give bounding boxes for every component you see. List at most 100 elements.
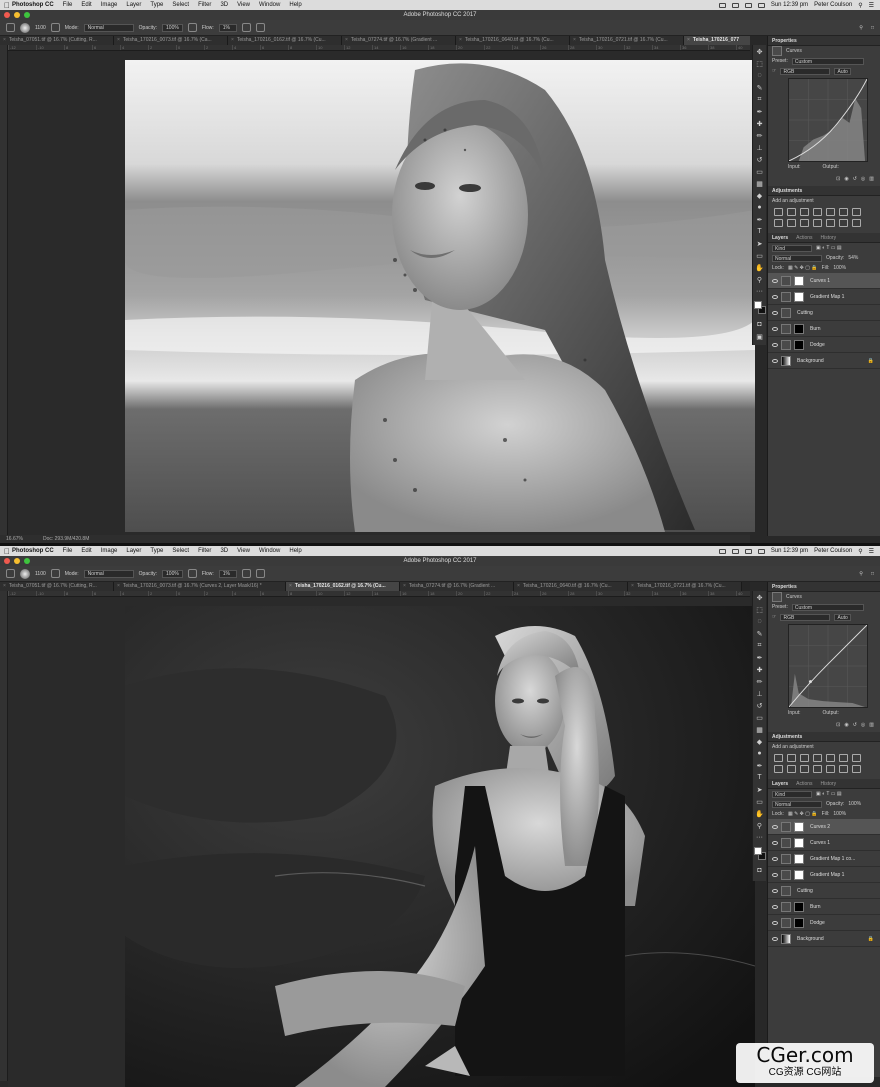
doc-tab[interactable]: × Teisha_170216_0073.tif @ 16.7% (Curves … xyxy=(114,582,286,591)
more-tools-icon[interactable]: ··· xyxy=(754,832,766,843)
flow-field[interactable]: 1% xyxy=(218,569,237,578)
exposure-icon[interactable] xyxy=(813,754,822,762)
trash-icon[interactable]: ▥ xyxy=(869,176,874,182)
layer-row[interactable]: Background 🔒 xyxy=(768,353,880,369)
close-window-button[interactable] xyxy=(4,558,10,564)
brush-tool-icon[interactable] xyxy=(6,23,15,32)
auto-button[interactable]: Auto xyxy=(834,67,851,75)
visibility-icon[interactable]: ◎ xyxy=(861,722,865,728)
layer-row[interactable]: Background 🔒 xyxy=(768,931,880,947)
bw-icon[interactable] xyxy=(774,219,783,227)
brightness-icon[interactable] xyxy=(774,208,783,216)
opacity-field[interactable]: 100% xyxy=(162,569,183,578)
view-previous-icon[interactable]: ◉ xyxy=(844,176,848,182)
eye-icon[interactable] xyxy=(772,358,778,363)
camera-icon[interactable] xyxy=(718,2,726,8)
lasso-tool-icon[interactable]: ◌ xyxy=(754,70,766,81)
layer-row[interactable]: Burn xyxy=(768,899,880,915)
lookup-icon[interactable] xyxy=(813,765,822,773)
menu-layer[interactable]: Layer xyxy=(126,548,141,554)
eye-icon[interactable] xyxy=(772,904,778,909)
brush-preset-picker[interactable] xyxy=(20,22,30,33)
menubar-user[interactable]: Peter Coulson xyxy=(814,2,852,8)
clone-stamp-tool-icon[interactable]: ⊥ xyxy=(754,142,766,153)
flow-field[interactable]: 1% xyxy=(218,23,237,32)
menu-image[interactable]: Image xyxy=(101,548,118,554)
levels-icon[interactable] xyxy=(787,208,796,216)
doc-tab[interactable]: × Teisha_170216_0640.tif @ 16.7% (Cu... xyxy=(514,582,628,591)
document-image[interactable] xyxy=(125,60,755,532)
doc-tab[interactable]: × Teisha_170216_0721.tif @ 16.7% (Cu... xyxy=(570,36,684,45)
quick-select-tool-icon[interactable]: ✎ xyxy=(754,628,766,639)
eye-icon[interactable] xyxy=(772,872,778,877)
doc-tab[interactable]: × Teisha_07051.tif @ 16.7% (Cutting, R... xyxy=(0,36,114,45)
doc-tab[interactable]: × Teisha_07051.tif @ 16.7% (Cutting, R... xyxy=(0,582,114,591)
blend-mode-select[interactable]: Normal xyxy=(772,800,822,808)
curves-adj-icon[interactable] xyxy=(800,208,809,216)
opacity-field[interactable]: 100% xyxy=(162,23,183,32)
shape-tool-icon[interactable]: ▭ xyxy=(754,796,766,807)
visibility-icon[interactable]: ◎ xyxy=(861,176,865,182)
eye-icon[interactable] xyxy=(772,888,778,893)
layer-row[interactable]: Burn xyxy=(768,321,880,337)
layer-row[interactable]: Cutting xyxy=(768,305,880,321)
tab-history[interactable]: History xyxy=(821,233,837,242)
layer-row[interactable]: Gradient Map 1 co... xyxy=(768,851,880,867)
shape-tool-icon[interactable]: ▭ xyxy=(754,250,766,261)
mask-thumb[interactable] xyxy=(794,323,804,334)
hue-icon[interactable] xyxy=(839,754,848,762)
apple-icon[interactable]:  xyxy=(4,547,12,556)
properties-panel-title[interactable]: Properties xyxy=(768,36,880,46)
document-image[interactable] xyxy=(125,606,755,1087)
search-tool-icon[interactable]: ⚲ xyxy=(859,25,863,31)
mode-select[interactable]: Normal xyxy=(83,569,134,578)
battery-icon[interactable] xyxy=(757,2,765,8)
search-tool-icon[interactable]: ⚲ xyxy=(859,571,863,577)
zoom-window-button[interactable] xyxy=(24,558,30,564)
menubar-user[interactable]: Peter Coulson xyxy=(814,548,852,554)
menu-edit[interactable]: Edit xyxy=(81,2,91,8)
layer-row[interactable]: Dodge xyxy=(768,337,880,353)
hand-adjust-icon[interactable]: ☞ xyxy=(772,68,776,74)
menu-window[interactable]: Window xyxy=(259,2,280,8)
quick-mask-icon[interactable]: ◘ xyxy=(754,319,766,330)
layer-row[interactable]: Gradient Map 1 xyxy=(768,289,880,305)
hand-tool-icon[interactable]: ✋ xyxy=(754,808,766,819)
move-tool-icon[interactable]: ✥ xyxy=(754,592,766,603)
layer-row[interactable]: Cutting xyxy=(768,883,880,899)
tab-history[interactable]: History xyxy=(821,779,837,788)
menu-view[interactable]: View xyxy=(237,2,250,8)
filter-icons[interactable]: ▣ ◐ T ▭ ▤ xyxy=(816,791,842,797)
minimize-window-button[interactable] xyxy=(14,12,20,18)
posterize-icon[interactable] xyxy=(839,219,848,227)
gradient-map-icon[interactable] xyxy=(852,219,861,227)
layer-opacity-value[interactable]: 100% xyxy=(848,801,861,807)
menu-view[interactable]: View xyxy=(237,548,250,554)
marquee-tool-icon[interactable]: ⬚ xyxy=(754,604,766,615)
menu-type[interactable]: Type xyxy=(150,548,163,554)
hue-icon[interactable] xyxy=(839,208,848,216)
doc-tab[interactable]: × Teisha_170216_0640.tif @ 16.7% (Cu... xyxy=(456,36,570,45)
search-icon[interactable]: ⚲ xyxy=(858,2,862,9)
dodge-tool-icon[interactable]: ● xyxy=(754,202,766,213)
tab-layers[interactable]: Layers xyxy=(772,779,788,788)
clone-stamp-tool-icon[interactable]: ⊥ xyxy=(754,688,766,699)
menu-app[interactable]: Photoshop CC xyxy=(12,548,54,554)
kind-filter[interactable]: Kind xyxy=(772,790,812,798)
exposure-icon[interactable] xyxy=(813,208,822,216)
layer-row[interactable]: Dodge xyxy=(768,915,880,931)
color-balance-icon[interactable] xyxy=(852,754,861,762)
eye-icon[interactable] xyxy=(772,920,778,925)
menu-edit[interactable]: Edit xyxy=(81,548,91,554)
mask-thumb[interactable] xyxy=(794,853,804,864)
tab-layers[interactable]: Layers xyxy=(772,233,788,242)
levels-icon[interactable] xyxy=(787,754,796,762)
photo-filter-icon[interactable] xyxy=(787,219,796,227)
eye-icon[interactable] xyxy=(772,342,778,347)
channel-select[interactable]: RGB xyxy=(780,613,831,621)
apple-icon[interactable]:  xyxy=(4,1,12,10)
adjustments-panel-title[interactable]: Adjustments xyxy=(768,732,880,742)
mask-thumb[interactable] xyxy=(794,917,804,928)
lock-icons[interactable]: ▦ ✎ ✥ ▢ 🔒 xyxy=(788,811,818,817)
doc-tab[interactable]: × Teisha_170216_0721.tif @ 16.7% (Cu... xyxy=(628,582,742,591)
